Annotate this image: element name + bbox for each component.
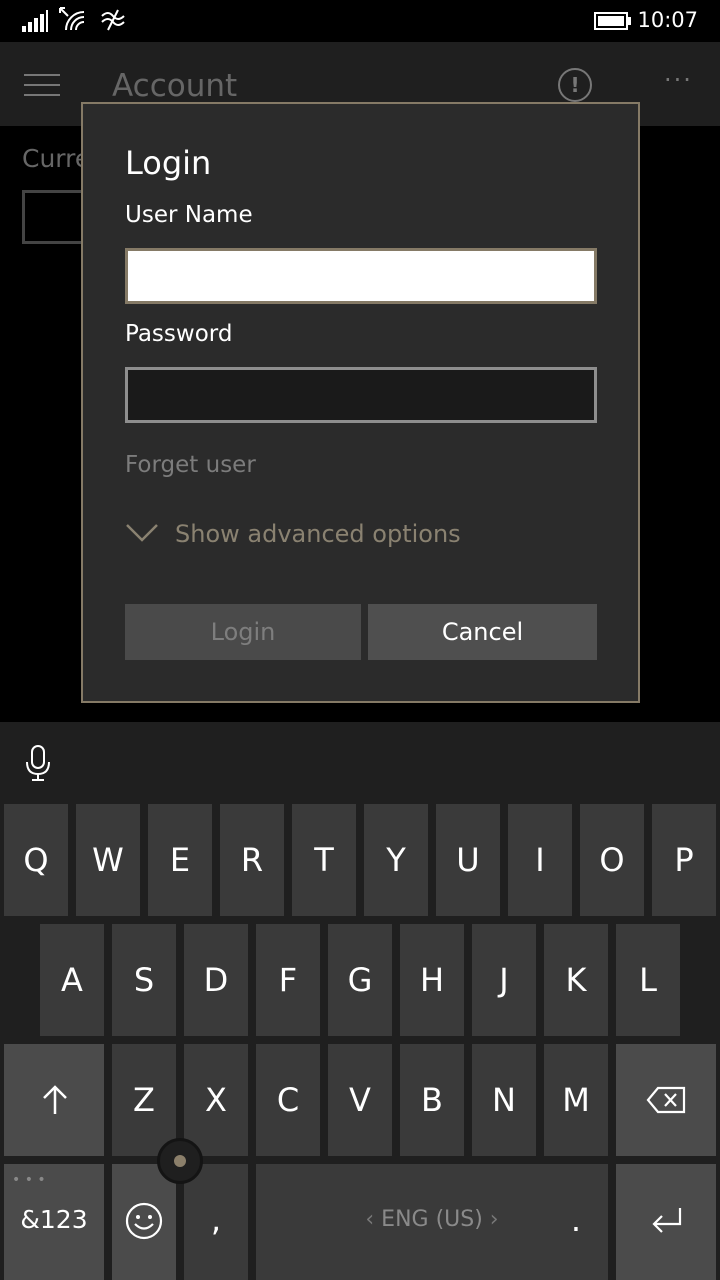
status-time: 10:07 [637,8,698,32]
microphone-icon[interactable] [24,744,52,782]
comma-key[interactable]: , [184,1164,248,1280]
chevron-down-icon [126,524,158,542]
cursor-control-nub[interactable] [157,1138,203,1184]
key-o[interactable]: O [580,804,644,916]
key-y[interactable]: Y [364,804,428,916]
dialog-title: Login [125,144,212,182]
period-key[interactable]: . [544,1164,608,1280]
key-u[interactable]: U [436,804,500,916]
page-title: Account [112,68,238,104]
username-label: User Name [125,202,253,228]
key-p[interactable]: P [652,804,716,916]
key-s[interactable]: S [112,924,176,1036]
backspace-key[interactable] [616,1044,716,1156]
key-e[interactable]: E [148,804,212,916]
background-label: Curre [22,144,91,173]
shift-arrow-icon [43,1085,67,1114]
key-z[interactable]: Z [112,1044,176,1156]
emoji-icon [125,1202,163,1240]
key-n[interactable]: N [472,1044,536,1156]
key-a[interactable]: A [40,924,104,1036]
key-q[interactable]: Q [4,804,68,916]
key-l[interactable]: L [616,924,680,1036]
login-dialog: Login User Name Password Forget user Sho… [81,102,640,703]
key-d[interactable]: D [184,924,248,1036]
key-w[interactable]: W [76,804,140,916]
symbols-key-label: &123 [20,1205,88,1234]
info-icon[interactable]: ! [558,68,592,102]
battery-icon [594,12,631,30]
emoji-key[interactable] [112,1164,176,1280]
key-f[interactable]: F [256,924,320,1036]
key-m[interactable]: M [544,1044,608,1156]
enter-key[interactable] [616,1164,716,1280]
key-b[interactable]: B [400,1044,464,1156]
key-j[interactable]: J [472,924,536,1036]
wifi-icon [59,7,85,31]
data-sense-icon [101,9,125,31]
login-button[interactable]: Login [125,604,361,660]
shift-key[interactable] [4,1044,104,1156]
key-i[interactable]: I [508,804,572,916]
backspace-icon [646,1086,686,1114]
forget-user-link[interactable]: Forget user [125,452,256,478]
key-k[interactable]: K [544,924,608,1036]
space-key-language: ENG (US) [381,1207,483,1232]
key-h[interactable]: H [400,924,464,1036]
hamburger-menu-icon[interactable] [24,74,60,98]
key-c[interactable]: C [256,1044,320,1156]
enter-icon [652,1208,682,1233]
key-r[interactable]: R [220,804,284,916]
more-icon[interactable]: ··· [664,66,693,94]
status-bar: 10:07 [0,0,720,42]
key-x[interactable]: X [184,1044,248,1156]
key-t[interactable]: T [292,804,356,916]
cancel-button[interactable]: Cancel [368,604,597,660]
key-g[interactable]: G [328,924,392,1036]
password-label: Password [125,321,233,347]
screen: 10:07 Account ! ··· Curre Login User Nam… [0,0,720,1280]
advanced-options-label: Show advanced options [175,520,461,548]
signal-bars-icon [22,10,48,32]
username-input[interactable] [125,248,597,304]
more-keys-dots-icon: • • • [12,1172,46,1188]
key-v[interactable]: V [328,1044,392,1156]
password-input[interactable] [125,367,597,423]
